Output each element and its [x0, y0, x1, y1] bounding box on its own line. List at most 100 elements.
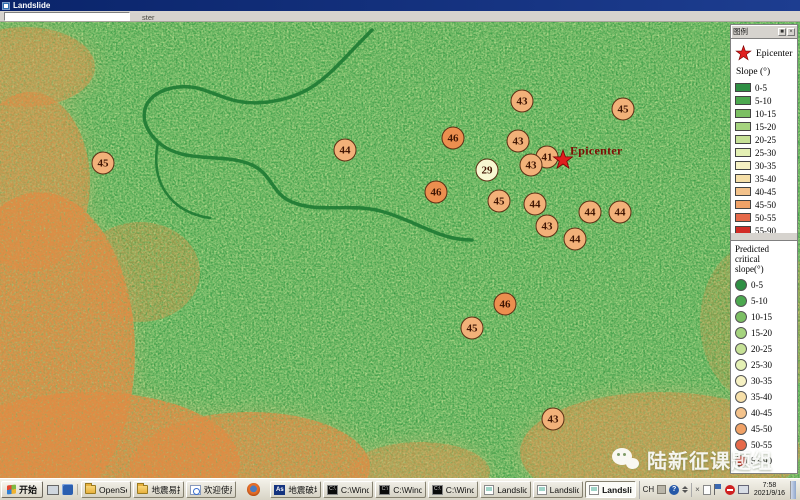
predicted-class-label: 40-45 [751, 408, 772, 418]
map-point-marker[interactable]: 44 [579, 201, 602, 224]
legend-color-swatch [735, 213, 751, 222]
epicenter-label: Epicenter [570, 144, 623, 159]
map-point-marker[interactable]: 46 [442, 127, 465, 150]
app-icon [537, 485, 547, 495]
windows-flag-icon [7, 485, 16, 495]
predicted-color-swatch [735, 343, 747, 355]
legend-epicenter-label: Epicenter [756, 49, 792, 59]
taskbar-button[interactable]: Landslid... [480, 481, 530, 498]
taskbar-button-label: 地震破坏.. [288, 484, 316, 496]
close-tray-icon[interactable]: × [695, 485, 700, 494]
map-point-marker[interactable]: 45 [92, 152, 115, 175]
watermark-text: 陆新征课题组 [647, 445, 773, 474]
map-point-marker[interactable]: 44 [334, 139, 357, 162]
show-desktop-button[interactable] [790, 481, 796, 499]
legend-class-label: 50-55 [755, 213, 776, 223]
legend-class-label: 45-50 [755, 200, 776, 210]
map-point-marker[interactable]: 43 [542, 408, 565, 431]
predicted-class-label: 0-5 [751, 280, 763, 290]
predicted-class-row: 0-5 [735, 277, 795, 293]
close-icon[interactable]: × [787, 28, 795, 36]
map-canvas[interactable]: 45444643454341432946454444444344464543 E… [0, 22, 800, 478]
legend-class-row: 25-30 [735, 146, 795, 159]
cmd-icon [327, 485, 338, 495]
start-button[interactable]: 开始 [1, 481, 43, 498]
taskbar-button[interactable]: Landslide [585, 481, 635, 498]
predicted-class-row: 40-45 [735, 405, 795, 421]
quick-launch-bar [43, 484, 78, 495]
predicted-class-row: 35-40 [735, 389, 795, 405]
tray-separator [691, 483, 692, 497]
document-tray-icon[interactable] [703, 485, 711, 495]
map-point-marker[interactable]: 43 [536, 215, 559, 238]
taskbar-button[interactable] [238, 481, 268, 498]
flag-tray-icon[interactable] [714, 484, 722, 495]
task-button-area: OpenSees地震易损..欢迎使用..地震破坏..C:\Windo...C:\… [78, 481, 639, 498]
tray-clock[interactable]: 7:58 2021/9/16 [752, 482, 787, 498]
predicted-class-row: 30-35 [735, 373, 795, 389]
taskbar-button[interactable]: OpenSees [81, 481, 131, 498]
taskbar-button-label: C:\Windo... [446, 485, 474, 495]
window-icon [2, 2, 10, 10]
map-point-marker[interactable]: 43 [520, 154, 543, 177]
map-point-marker[interactable]: 29 [476, 159, 499, 182]
legend-class-row: 20-25 [735, 133, 795, 146]
taskbar-button[interactable]: 欢迎使用.. [186, 481, 236, 498]
raster-terrain [0, 22, 800, 478]
taskbar-button[interactable]: Landslid... [533, 481, 583, 498]
taskbar-button[interactable]: 地震破坏.. [270, 481, 320, 498]
layer-combobox[interactable] [4, 12, 130, 21]
predicted-color-swatch [735, 359, 747, 371]
predicted-class-row: 25-30 [735, 357, 795, 373]
desktop-shortcut-icon[interactable] [47, 485, 59, 495]
map-point-marker[interactable]: 46 [494, 293, 517, 316]
app-icon [484, 485, 494, 495]
predicted-class-row: 20-25 [735, 341, 795, 357]
predicted-class-label: 30-35 [751, 376, 772, 386]
firefox-icon [247, 483, 260, 496]
map-point-marker[interactable]: 43 [511, 90, 534, 113]
predicted-class-row: 45-50 [735, 421, 795, 437]
legend-color-swatch [735, 109, 751, 118]
legend-panel-header[interactable]: 图例 ■ × [731, 25, 797, 38]
pin-icon[interactable]: ■ [778, 28, 786, 36]
predicted-color-swatch [735, 295, 747, 307]
map-point-marker[interactable]: 45 [612, 98, 635, 121]
map-point-marker[interactable]: 45 [488, 190, 511, 213]
predicted-color-swatch [735, 423, 747, 435]
cmd-icon [379, 485, 390, 495]
predicted-class-label: 10-15 [751, 312, 772, 322]
map-point-marker[interactable]: 43 [507, 130, 530, 153]
security-tray-icon[interactable] [657, 485, 666, 494]
network-tray-icon[interactable] [738, 485, 749, 494]
predicted-class-label: 25-30 [751, 360, 772, 370]
blocked-status-icon[interactable] [725, 485, 735, 495]
app-launcher-icon[interactable] [62, 484, 73, 495]
legend-class-label: 25-30 [755, 148, 776, 158]
legend-class-label: 5-10 [755, 96, 772, 106]
map-point-marker[interactable]: 44 [609, 201, 632, 224]
map-point-marker[interactable]: 45 [461, 317, 484, 340]
taskbar: 开始 OpenSees 地震易损.. 欢迎使用.. 地震破坏.. C:\Windo...… [0, 478, 800, 500]
legend-header-title: 图例 [733, 26, 748, 37]
taskbar-button[interactable]: 地震易损.. [133, 481, 183, 498]
map-point-marker[interactable]: 44 [564, 228, 587, 251]
map-point-marker[interactable]: 46 [425, 181, 448, 204]
legend-color-swatch [735, 122, 751, 131]
ime-indicator[interactable]: CH [643, 485, 655, 494]
taskbar-button[interactable]: C:\Windo... [323, 481, 373, 498]
taskbar-button-label: Landslid... [550, 485, 579, 495]
map-point-marker[interactable]: 44 [524, 193, 547, 216]
taskbar-button-label: OpenSees [99, 485, 127, 495]
taskbar-button[interactable]: C:\Windo... [375, 481, 425, 498]
legend-class-label: 20-25 [755, 135, 776, 145]
legend-class-row: 40-45 [735, 185, 795, 198]
as-icon [274, 485, 285, 495]
help-tray-icon[interactable]: ? [669, 485, 679, 495]
expand-tray-icon[interactable] [682, 486, 688, 493]
predicted-class-label: 5-10 [751, 296, 768, 306]
taskbar-button[interactable]: C:\Windo... [428, 481, 478, 498]
taskbar-button-label: 地震易损.. [151, 484, 179, 496]
legend-class-row: 10-15 [735, 107, 795, 120]
start-button-label: 开始 [19, 483, 37, 496]
